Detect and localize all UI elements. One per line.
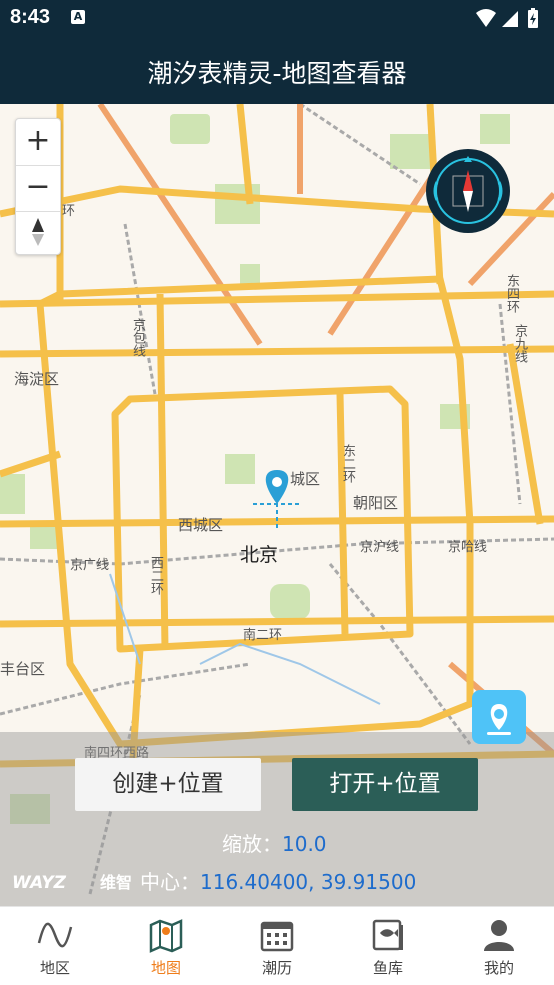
- tab-map[interactable]: 地图: [111, 907, 221, 985]
- map-label-haidian: 海淀区: [14, 370, 60, 388]
- zoom-in-button[interactable]: +: [16, 119, 60, 163]
- page-title: 潮汐表精灵-地图查看器: [147, 59, 407, 88]
- tab-fish-library[interactable]: 鱼库: [333, 907, 443, 985]
- create-location-button[interactable]: 创建+位置: [75, 758, 261, 811]
- map-label-xicheng: 西城区: [178, 516, 224, 534]
- zoom-readout: 缩放：10.0: [222, 828, 327, 857]
- map-label-dongcheng: 城区: [290, 470, 321, 488]
- map-label-huan: 环: [62, 204, 76, 219]
- zoom-label: 缩放：: [222, 832, 282, 856]
- svg-text:维智: 维智: [100, 873, 132, 892]
- open-location-button[interactable]: 打开+位置: [292, 758, 478, 811]
- map-label-jingbao: 京包线: [130, 318, 145, 357]
- map-label-jingjiu: 京九线: [512, 324, 527, 363]
- center-label: 中心：: [140, 870, 200, 894]
- map-label-chaoyang: 朝阳区: [353, 494, 399, 512]
- map-label-jinghu: 京沪线: [360, 540, 400, 555]
- calendar-icon: [260, 921, 294, 952]
- tab-tide-calendar[interactable]: 潮历: [222, 907, 332, 985]
- center-value: 116.40400, 39.91500: [200, 870, 417, 894]
- signal-icon: [502, 11, 518, 27]
- map-label-fengtai: 丰台区: [0, 660, 46, 678]
- center-readout: 中心：116.40400, 39.91500: [140, 866, 416, 895]
- wayz-logo: WAYZ 维智: [12, 873, 132, 892]
- user-icon: [484, 920, 514, 951]
- map-label-dong-si-huan: 东四环: [504, 274, 519, 313]
- tab-profile[interactable]: 我的: [444, 907, 554, 985]
- fish-book-icon: [372, 919, 403, 951]
- tab-label: 鱼库: [372, 959, 403, 977]
- tab-label: 我的: [483, 959, 514, 977]
- compass-button[interactable]: [425, 148, 511, 234]
- plus-icon: +: [25, 123, 51, 158]
- north-arrow-icon: [32, 218, 44, 246]
- reset-north-button[interactable]: [16, 211, 60, 256]
- battery-icon: [528, 8, 538, 28]
- minus-icon: −: [25, 169, 51, 204]
- app-bar: 潮汐表精灵-地图查看器: [0, 38, 554, 104]
- map-label-xi-er-huan: 西二环: [148, 556, 163, 595]
- svg-text:WAYZ: WAYZ: [12, 873, 67, 892]
- location-pin-icon: [487, 704, 511, 735]
- map-label-jingha: 京哈线: [448, 540, 488, 555]
- notification-icon: A: [71, 10, 85, 24]
- tab-label: 地区: [39, 959, 70, 977]
- status-bar: 8:43 A: [0, 0, 554, 38]
- wifi-icon: [476, 9, 496, 27]
- status-icons: [474, 7, 544, 35]
- wave-icon: [37, 922, 73, 948]
- zoom-value: 10.0: [282, 832, 327, 856]
- tab-label: 潮历: [261, 959, 292, 977]
- bottom-tab-bar: 地区 地图 潮历 鱼库 我的: [0, 906, 554, 985]
- zoom-out-button[interactable]: −: [16, 165, 60, 210]
- map-icon: [149, 919, 183, 953]
- tab-region[interactable]: 地区: [0, 907, 110, 985]
- map-label-city: 北京: [240, 544, 279, 566]
- compass-icon: [426, 149, 510, 233]
- locate-button[interactable]: [472, 690, 526, 744]
- map-label-dong-er-huan: 东二环: [340, 444, 355, 483]
- status-time: 8:43: [10, 6, 51, 28]
- map-label-nan-er-huan: 南二环: [243, 628, 283, 643]
- tab-label: 地图: [150, 959, 181, 977]
- map-label-jingguang: 京广线: [70, 558, 110, 573]
- zoom-controls: + −: [15, 118, 61, 255]
